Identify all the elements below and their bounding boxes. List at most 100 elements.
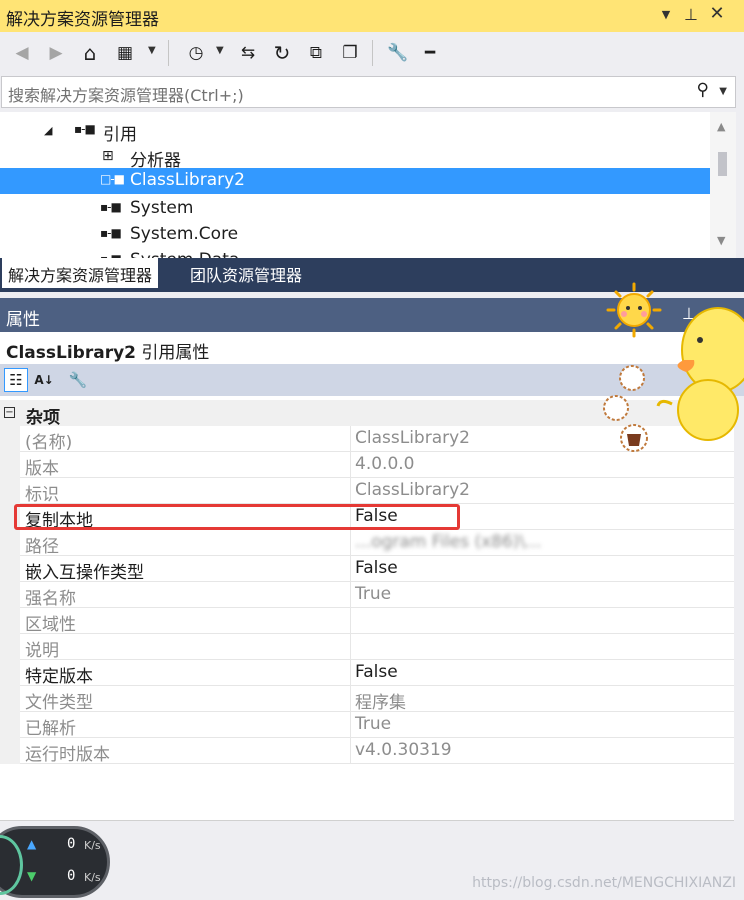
property-name: 强名称: [25, 589, 76, 609]
property-name: (名称): [25, 433, 73, 453]
property-row[interactable]: 嵌入互操作类型 False: [0, 556, 734, 583]
property-value: ClassLibrary2: [355, 480, 470, 500]
property-name: 区域性: [25, 615, 76, 635]
property-value: True: [355, 584, 392, 604]
refresh-icon[interactable]: ↻: [270, 41, 294, 65]
property-value: v4.0.30319: [355, 740, 452, 760]
property-name: 标识: [25, 485, 59, 505]
tree-node-label: ClassLibrary2: [130, 170, 245, 190]
pin-icon[interactable]: ⊥: [680, 5, 702, 24]
upload-arrow-icon: ▲: [27, 837, 37, 851]
property-row[interactable]: 运行时版本 v4.0.30319: [0, 738, 734, 765]
alphabetical-sort-icon[interactable]: A↓: [32, 368, 56, 392]
scroll-down-icon[interactable]: ▼: [717, 234, 725, 247]
pending-changes-filter-icon[interactable]: ◷: [184, 41, 208, 65]
tree-vertical-scrollbar[interactable]: ▲ ▼: [710, 112, 736, 258]
property-name: 说明: [25, 641, 59, 661]
switch-views-icon[interactable]: ▦: [113, 41, 137, 65]
tree-node-label: System.Data: [130, 250, 239, 258]
scroll-up-icon[interactable]: ▲: [717, 120, 725, 133]
switch-views-dropdown-icon[interactable]: ▼: [148, 45, 156, 56]
upload-speed: 0: [67, 836, 76, 852]
property-value: 4.0.0.0: [355, 454, 415, 474]
property-row[interactable]: 标识 ClassLibrary2: [0, 478, 734, 505]
properties-wrench-icon[interactable]: 🔧: [386, 41, 410, 65]
tree-node-analyzers[interactable]: ⊞ 分析器: [0, 144, 710, 171]
category-label: 杂项: [26, 408, 60, 428]
property-row[interactable]: 文件类型 程序集: [0, 686, 734, 713]
object-name: ClassLibrary2: [6, 343, 136, 363]
properties-title: 属性: [6, 310, 40, 330]
property-name: 文件类型: [25, 693, 93, 713]
download-unit: K/s: [84, 871, 101, 884]
property-value[interactable]: False: [355, 558, 398, 578]
tree-node-system[interactable]: ▪-■ System: [0, 196, 710, 222]
tree-node-classlibrary2[interactable]: □-■ ClassLibrary2: [0, 168, 710, 194]
assembly-reference-icon: ▪-■: [100, 226, 122, 240]
scroll-thumb[interactable]: [718, 152, 727, 176]
watermark: https://blog.csdn.net/MENGCHIXIANZI: [472, 875, 736, 891]
search-icon[interactable]: ⚲: [697, 80, 709, 100]
property-value: ClassLibrary2: [355, 428, 470, 448]
analyzer-icon: ⊞: [102, 148, 114, 164]
upload-unit: K/s: [84, 839, 101, 852]
tree-node-label: 引用: [103, 125, 137, 145]
assembly-reference-icon: ▪-■: [100, 200, 122, 214]
tab-solution-explorer[interactable]: 解决方案资源管理器: [2, 258, 159, 288]
property-name: 已解析: [25, 719, 76, 739]
property-row[interactable]: 区域性: [0, 608, 734, 635]
tree-node-label: System.Core: [130, 224, 239, 244]
property-pages-wrench-icon[interactable]: 🔧: [66, 368, 90, 392]
close-icon[interactable]: ✕: [706, 3, 728, 24]
ring-icon: [0, 835, 23, 895]
property-value[interactable]: False: [355, 662, 398, 682]
property-value: True: [355, 714, 392, 734]
network-speed-widget[interactable]: ▲ 0 K/s ▼ 0 K/s: [0, 826, 110, 898]
search-placeholder: 搜索解决方案资源管理器(Ctrl+;): [8, 86, 244, 105]
tab-team-explorer[interactable]: 团队资源管理器: [184, 258, 308, 288]
solution-explorer-title: 解决方案资源管理器: [6, 10, 159, 30]
back-icon[interactable]: ◀: [10, 41, 34, 65]
search-input[interactable]: 搜索解决方案资源管理器(Ctrl+;) ⚲ ▼: [1, 76, 736, 108]
sync-with-document-icon[interactable]: ⇆: [236, 41, 260, 65]
download-speed: 0: [67, 868, 76, 884]
tree-node-system-core[interactable]: ▪-■ System.Core: [0, 222, 710, 248]
tree-node-references[interactable]: ◢ ▪-■ 引用: [0, 118, 710, 145]
object-type: 引用属性: [141, 343, 210, 363]
show-all-files-icon[interactable]: ❐: [338, 41, 362, 65]
property-name: 嵌入互操作类型: [25, 563, 144, 583]
download-arrow-icon: ▼: [27, 869, 37, 883]
filter-dropdown-icon[interactable]: ▼: [216, 45, 224, 56]
property-row[interactable]: 特定版本 False: [0, 660, 734, 687]
home-icon[interactable]: ⌂: [78, 41, 102, 65]
forward-icon[interactable]: ▶: [44, 41, 68, 65]
property-row[interactable]: 路径 ...ogram Files (x86)\...: [0, 530, 734, 557]
property-row[interactable]: 强名称 True: [0, 582, 734, 609]
sun-icon: [606, 282, 662, 338]
property-name: 运行时版本: [25, 745, 110, 765]
property-row[interactable]: 已解析 True: [0, 712, 734, 739]
property-value: 程序集: [355, 693, 406, 713]
collapse-all-icon[interactable]: ⧉: [304, 41, 328, 65]
categorized-icon[interactable]: ☷: [4, 368, 28, 392]
window-position-dropdown-icon[interactable]: ▼: [655, 8, 677, 21]
duck-sticker-image: [603, 282, 744, 452]
property-name: 版本: [25, 459, 59, 479]
solution-explorer-toolbar: ◀ ▶ ⌂ ▦ ▼ ◷ ▼ ⇆ ↻ ⧉ ❐ 🔧 ━: [0, 32, 744, 74]
duck-icon: [656, 307, 744, 441]
project-reference-icon: □-■: [100, 172, 125, 186]
preview-selected-icon[interactable]: ━: [418, 41, 442, 65]
highlight-box: [14, 504, 460, 530]
solution-tree: ◢ ▪-■ 引用 ⊞ 分析器 □-■ ClassLibrary2 ▪-■ Sys…: [0, 112, 710, 258]
tree-node-system-data[interactable]: ▪-■ System.Data: [0, 248, 710, 258]
property-value: ...ogram Files (x86)\...: [355, 532, 542, 552]
ball-icons: [603, 365, 648, 452]
collapse-arrow-icon[interactable]: ◢: [44, 124, 52, 137]
collapse-box-icon[interactable]: −: [4, 407, 15, 418]
search-options-dropdown-icon[interactable]: ▼: [719, 86, 727, 97]
property-row[interactable]: 说明: [0, 634, 734, 661]
property-name: 路径: [25, 537, 59, 557]
tree-node-label: System: [130, 198, 194, 218]
property-name: 特定版本: [25, 667, 93, 687]
references-icon: ▪-■: [74, 122, 96, 136]
